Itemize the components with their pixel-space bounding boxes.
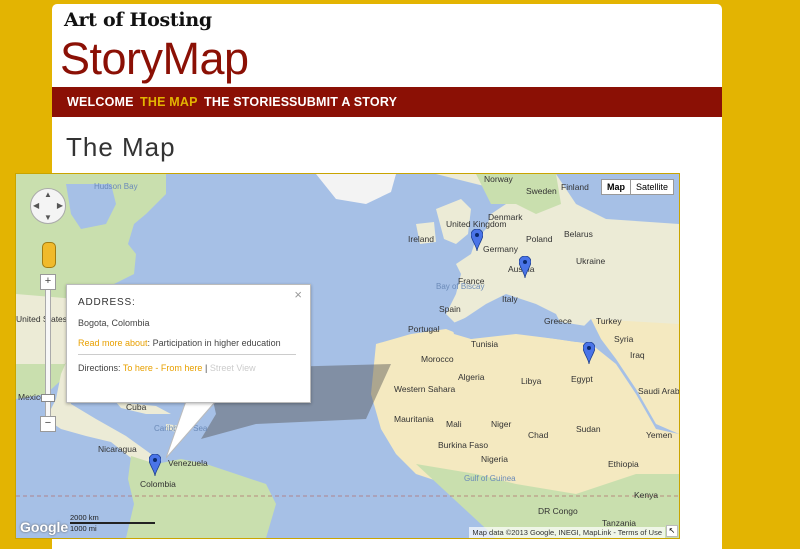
map-label: Colombia	[140, 479, 176, 489]
map-marker-austria[interactable]	[519, 256, 531, 278]
map-label: Saudi Arabia	[638, 386, 680, 396]
map-label: Germany	[483, 244, 518, 254]
map-marker-egypt[interactable]	[583, 342, 595, 364]
map-label: Algeria	[458, 372, 485, 382]
map-label: Nicaragua	[98, 444, 137, 454]
infowindow-close-icon[interactable]: ×	[294, 287, 302, 302]
map-label: United States	[16, 314, 68, 324]
map-label: Denmark	[488, 212, 523, 222]
map-label: Hudson Bay	[94, 182, 138, 191]
map-label: Libya	[521, 376, 542, 386]
map-marker-germany[interactable]	[471, 229, 483, 251]
page-title: The Map	[66, 132, 176, 162]
map-canvas[interactable]: Norway Sweden Finland Hudson Bay United …	[15, 173, 680, 539]
map-type-map-button[interactable]: Map	[602, 180, 631, 194]
directions-to-here-link[interactable]: To here	[123, 363, 153, 373]
nav-welcome[interactable]: WELCOME	[67, 95, 134, 109]
map-label: Mauritania	[394, 414, 434, 424]
map-label: Tunisia	[471, 339, 499, 349]
map-type-satellite-button[interactable]: Satellite	[631, 180, 673, 194]
infowindow-read-more: Read more about: Participation in higher…	[78, 338, 281, 348]
pan-up-icon[interactable]: ▲	[44, 190, 52, 199]
map-label: Ireland	[408, 234, 434, 244]
map-label: Syria	[614, 334, 634, 344]
directions-label: Directions:	[78, 363, 121, 373]
read-more-colon: :	[147, 338, 151, 348]
infowindow-address: Bogota, Colombia	[78, 318, 150, 328]
map-type-control: Map Satellite	[600, 179, 674, 195]
infowindow: × ADDRESS: Bogota, Colombia Read more ab…	[66, 284, 311, 403]
infowindow-directions: Directions: To here - From here | Street…	[78, 363, 256, 373]
scale-bar: 2000 km 1000 mi	[70, 513, 155, 533]
map-label: Morocco	[421, 354, 454, 364]
zoom-out-button[interactable]: −	[40, 416, 56, 432]
nav-submit-story[interactable]: SUBMIT A STORY	[289, 95, 397, 109]
map-label: DR Congo	[538, 506, 578, 516]
directions-from-here-link[interactable]: From here	[161, 363, 203, 373]
map-label: Turkey	[596, 316, 622, 326]
pan-down-icon[interactable]: ▼	[44, 213, 52, 222]
pan-right-icon[interactable]: ▶	[57, 201, 63, 210]
map-label: Burkina Faso	[438, 440, 489, 450]
map-label: Bay of Biscay	[436, 282, 485, 291]
map-label: Cuba	[126, 402, 147, 412]
map-label: Gulf of Guinea	[464, 474, 516, 483]
infowindow-tail	[166, 400, 216, 459]
map-label: Nigeria	[481, 454, 508, 464]
map-label: Ukraine	[576, 256, 606, 266]
map-label: Kenya	[634, 490, 659, 500]
pan-left-icon[interactable]: ◀	[33, 201, 39, 210]
infowindow-heading: ADDRESS:	[78, 297, 136, 308]
brand-tagline: Art of Hosting	[64, 9, 212, 31]
scale-mi: 1000 mi	[70, 524, 97, 533]
story-topic: Participation in higher education	[152, 338, 281, 348]
map-label: Iraq	[630, 350, 645, 360]
map-label: Belarus	[564, 229, 593, 239]
street-view-link[interactable]: Street View	[210, 363, 256, 373]
map-label: Ethiopia	[608, 459, 639, 469]
nav-the-map[interactable]: THE MAP	[140, 95, 198, 109]
map-label: Niger	[491, 419, 512, 429]
map-label: Norway	[484, 174, 513, 184]
nav-the-stories[interactable]: THE STORIES	[204, 95, 289, 109]
map-label: Sudan	[576, 424, 601, 434]
zoom-in-button[interactable]: +	[40, 274, 56, 290]
map-label: Egypt	[571, 374, 593, 384]
pan-control[interactable]: ▲ ▼ ◀ ▶	[30, 188, 66, 224]
map-label: Portugal	[408, 324, 440, 334]
zoom-slider-handle[interactable]	[41, 394, 55, 402]
brand-logo[interactable]: StoryMap	[60, 32, 249, 86]
map-label: Chad	[528, 430, 549, 440]
map-label: Mali	[446, 419, 462, 429]
map-label: Finland	[561, 182, 589, 192]
street-view-pegman-icon[interactable]	[42, 242, 56, 268]
map-label: Spain	[439, 304, 461, 314]
main-nav: WELCOME THE MAP THE STORIES SUBMIT A STO…	[52, 87, 722, 117]
map-label: Yemen	[646, 430, 673, 440]
zoom-slider-track[interactable]	[45, 284, 51, 426]
map-attribution[interactable]: Map data ©2013 Google, INEGI, MapLink - …	[469, 527, 665, 538]
read-more-link[interactable]: Read more about	[78, 338, 148, 348]
map-corner-resize-icon[interactable]: ↖	[666, 525, 678, 537]
map-marker-colombia[interactable]	[149, 454, 161, 476]
map-label: Western Sahara	[394, 384, 456, 394]
scale-km: 2000 km	[70, 513, 99, 522]
infowindow-divider	[78, 354, 296, 355]
directions-pipe: |	[204, 363, 208, 373]
map-label: Greece	[544, 316, 572, 326]
map-label: Italy	[502, 294, 518, 304]
google-logo[interactable]: Google	[20, 519, 68, 535]
map-label: Sweden	[526, 186, 557, 196]
map-label: Poland	[526, 234, 553, 244]
directions-dash: -	[155, 363, 159, 373]
